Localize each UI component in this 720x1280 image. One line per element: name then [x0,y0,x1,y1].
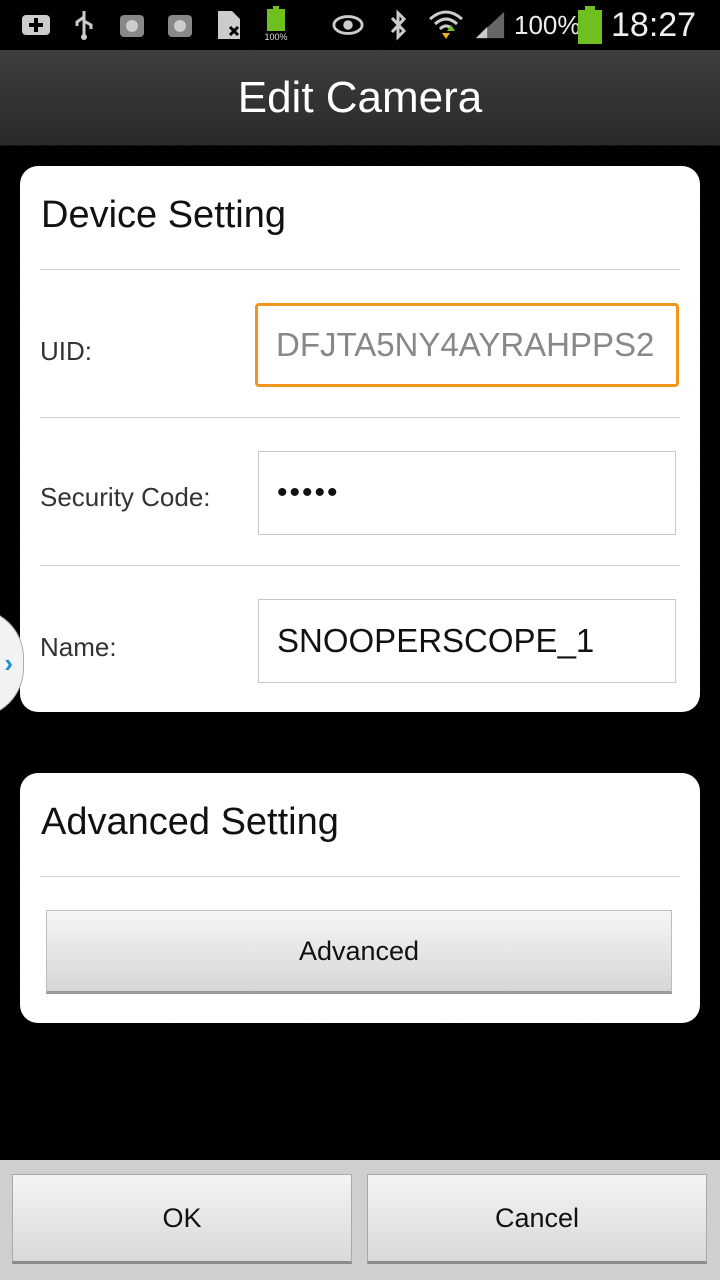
signal-icon [474,9,506,41]
plus-notification-icon [20,9,52,41]
name-input[interactable]: SNOOPERSCOPE_1 [258,599,676,683]
divider [40,417,680,418]
bluetooth-icon [382,9,414,41]
usb-icon [68,9,100,41]
name-label: Name: [40,632,117,662]
mini-battery-label: 100% [264,32,288,42]
ok-button[interactable]: OK [12,1174,352,1264]
advanced-button[interactable]: Advanced [46,910,672,994]
divider [40,269,680,270]
advanced-setting-title: Advanced Setting [41,801,339,843]
divider [40,876,680,877]
chevron-right-icon: › [4,647,13,678]
clock: 18:27 [611,5,697,44]
title-bar: Edit Camera [0,50,720,146]
uid-label: UID: [40,336,92,366]
device-setting-card: Device Setting UID: DFJTA5NY4AYRAHPPS2 S… [20,166,700,712]
cancel-button[interactable]: Cancel [367,1174,707,1264]
battery-small-icon: 100% [258,6,294,42]
device-setting-title: Device Setting [41,194,287,236]
page-title: Edit Camera [237,72,483,122]
sim-card-icon [212,9,244,41]
security-code-label: Security Code: [40,482,211,512]
wifi-icon [426,9,466,41]
camera-app-icon [116,9,148,41]
status-bar: 100% 100% 18:27 [0,0,720,50]
camera-app-icon-2 [164,9,196,41]
eye-icon [332,9,364,41]
bottom-button-bar: OK Cancel [0,1160,720,1280]
battery-icon [574,5,606,45]
divider [40,565,680,566]
battery-percent: 100% [514,9,581,40]
security-code-input[interactable]: ••••• [258,451,676,535]
advanced-setting-card: Advanced Setting Advanced [20,773,700,1023]
uid-input[interactable]: DFJTA5NY4AYRAHPPS2 [255,303,679,387]
